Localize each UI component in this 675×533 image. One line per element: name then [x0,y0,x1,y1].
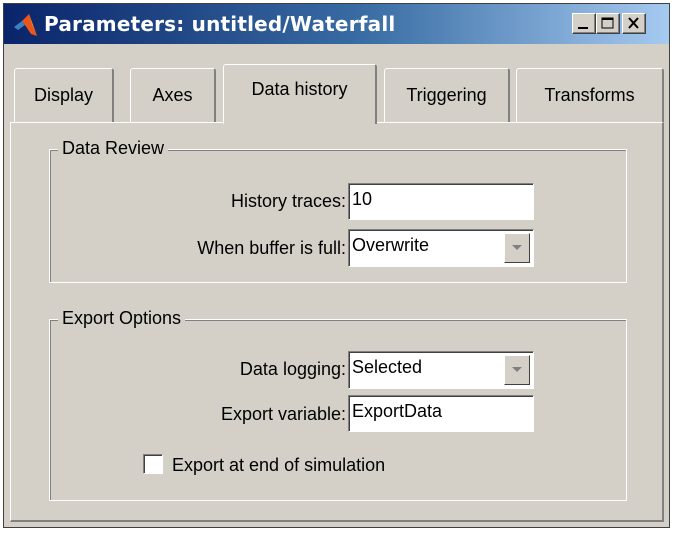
data-logging-label: Data logging: [239,359,346,379]
tab-label: Data history [251,79,348,99]
chevron-down-icon [512,245,522,250]
data-logging-select[interactable]: Selected [348,351,534,389]
maximize-icon [601,17,614,29]
matlab-logo-icon [14,14,37,36]
dropdown-arrow-button[interactable] [504,233,530,263]
data-history-panel: Data Review History traces: 10 When buff… [10,122,664,522]
close-icon [628,17,639,29]
minimize-button[interactable] [572,13,596,34]
data-review-group: Data Review History traces: 10 When buff… [49,138,627,283]
minimize-icon [578,27,588,29]
tab-label: Axes [152,85,193,105]
parameters-window: Parameters: untitled/Waterfall Display A… [3,3,670,528]
export-variable-label: Export variable: [220,404,346,424]
history-traces-input[interactable]: 10 [348,183,534,220]
buffer-full-select[interactable]: Overwrite [348,229,534,267]
export-variable-input[interactable]: ExportData [348,395,534,432]
tab-display[interactable]: Display [14,68,114,122]
export-options-legend: Export Options [58,308,186,329]
tab-label: Triggering [406,85,487,105]
buffer-full-label: When buffer is full: [197,238,346,258]
title-bar[interactable]: Parameters: untitled/Waterfall [4,4,669,44]
history-traces-label: History traces: [230,191,346,211]
data-logging-value: Selected [352,357,423,377]
export-options-group: Export Options Data logging: Selected Ex… [49,308,627,501]
tab-label: Display [33,85,94,105]
tab-triggering[interactable]: Triggering [384,68,510,122]
tab-axes[interactable]: Axes [130,68,216,122]
export-at-end-label[interactable]: Export at end of simulation [172,455,385,476]
export-at-end-checkbox[interactable] [143,454,163,474]
chevron-down-icon [512,367,522,372]
maximize-button[interactable] [596,13,620,34]
tab-transforms[interactable]: Transforms [516,68,664,122]
window-title: Parameters: untitled/Waterfall [44,12,396,36]
dropdown-arrow-button[interactable] [504,355,530,385]
data-review-legend: Data Review [58,138,169,159]
buffer-full-value: Overwrite [352,235,430,255]
tab-data-history[interactable]: Data history [223,64,377,124]
tab-label: Transforms [544,85,635,105]
close-button[interactable] [622,13,646,34]
